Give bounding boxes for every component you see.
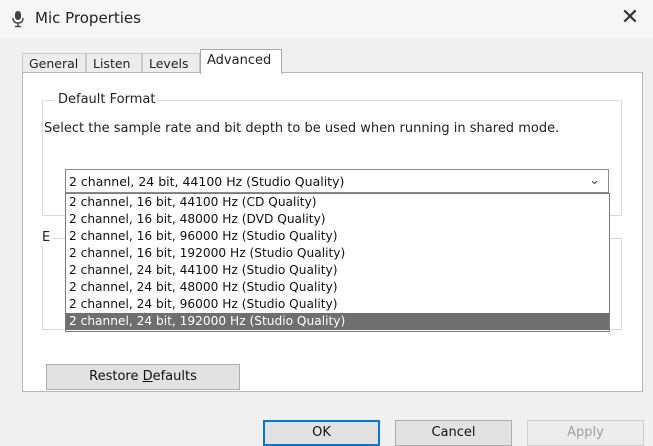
restore-label-prefix: Restore [89, 369, 143, 384]
tab-advanced[interactable]: Advanced [200, 49, 282, 74]
default-format-description: Select the sample rate and bit depth to … [44, 121, 560, 136]
tab-listen[interactable]: Listen [86, 53, 142, 73]
sample-rate-select[interactable]: 2 channel, 24 bit, 44100 Hz (Studio Qual… [65, 169, 609, 193]
sample-rate-selected-value: 2 channel, 24 bit, 44100 Hz (Studio Qual… [69, 174, 345, 189]
restore-label-suffix: efaults [152, 369, 197, 384]
sample-rate-dropdown-list: 2 channel, 16 bit, 44100 Hz (CD Quality)… [65, 193, 610, 332]
dropdown-option[interactable]: 2 channel, 24 bit, 96000 Hz (Studio Qual… [66, 296, 609, 313]
dropdown-option[interactable]: 2 channel, 16 bit, 192000 Hz (Studio Qua… [66, 245, 609, 262]
dropdown-option[interactable]: 2 channel, 24 bit, 48000 Hz (Studio Qual… [66, 279, 609, 296]
tab-general[interactable]: General [22, 53, 86, 73]
dropdown-option[interactable]: 2 channel, 16 bit, 96000 Hz (Studio Qual… [66, 228, 609, 245]
dropdown-option[interactable]: 2 channel, 16 bit, 44100 Hz (CD Quality) [66, 194, 609, 211]
chevron-down-icon: ⌄ [589, 173, 600, 188]
restore-label-accesskey: D [142, 369, 153, 384]
advanced-panel: Default Format Select the sample rate an… [22, 72, 643, 392]
restore-defaults-button[interactable]: Restore Defaults [46, 364, 240, 390]
cancel-button[interactable]: Cancel [395, 420, 512, 446]
apply-button[interactable]: Apply [527, 420, 644, 446]
tab-levels[interactable]: Levels [142, 53, 200, 73]
dropdown-option[interactable]: 2 channel, 24 bit, 44100 Hz (Studio Qual… [66, 262, 609, 279]
exclusive-mode-title: E [40, 230, 53, 245]
ok-button[interactable]: OK [263, 420, 380, 446]
title-bar: Mic Properties ✕ [0, 0, 653, 38]
dropdown-option-highlighted[interactable]: 2 channel, 24 bit, 192000 Hz (Studio Qua… [66, 313, 609, 330]
dropdown-option[interactable]: 2 channel, 16 bit, 48000 Hz (DVD Quality… [66, 211, 609, 228]
microphone-icon [12, 11, 24, 28]
default-format-title: Default Format [55, 92, 159, 107]
window-title: Mic Properties [35, 9, 141, 27]
close-icon: ✕ [620, 5, 640, 30]
close-button[interactable]: ✕ [617, 5, 643, 31]
